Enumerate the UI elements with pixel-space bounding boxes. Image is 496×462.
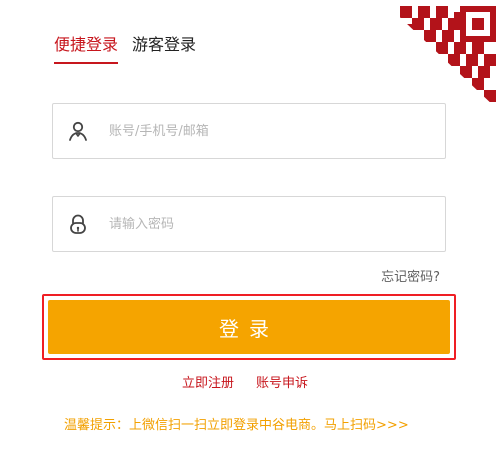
- tab-quick-login[interactable]: 便捷登录: [54, 34, 119, 64]
- user-icon: [65, 118, 91, 144]
- tip-prefix: 温馨提示：: [64, 418, 130, 433]
- tip-text: 温馨提示：上微信扫一扫立即登录中谷电商。马上扫码>>>: [64, 414, 409, 433]
- login-tabs: 便捷登录 游客登录: [54, 34, 196, 64]
- username-input[interactable]: [109, 116, 409, 146]
- password-field[interactable]: [52, 196, 446, 252]
- login-panel: 便捷登录 游客登录 忘记密码? 登录 立即注册 账号申诉: [0, 0, 496, 462]
- scan-now-link[interactable]: 马上扫码>>>: [324, 418, 409, 433]
- account-appeal-link[interactable]: 账号申诉: [256, 372, 308, 391]
- login-button[interactable]: 登录: [48, 300, 450, 354]
- username-field[interactable]: [52, 103, 446, 159]
- register-link[interactable]: 立即注册: [182, 372, 234, 391]
- tip-message: 上微信扫一扫立即登录中谷电商。: [129, 418, 325, 433]
- auth-links: 立即注册 账号申诉: [182, 372, 308, 391]
- qr-code-icon[interactable]: [388, 6, 496, 108]
- forgot-password-link[interactable]: 忘记密码?: [381, 266, 440, 285]
- login-button-highlight: 登录: [42, 294, 456, 360]
- lock-icon: [65, 211, 91, 237]
- password-input[interactable]: [109, 209, 409, 239]
- tab-guest-login[interactable]: 游客登录: [132, 34, 196, 62]
